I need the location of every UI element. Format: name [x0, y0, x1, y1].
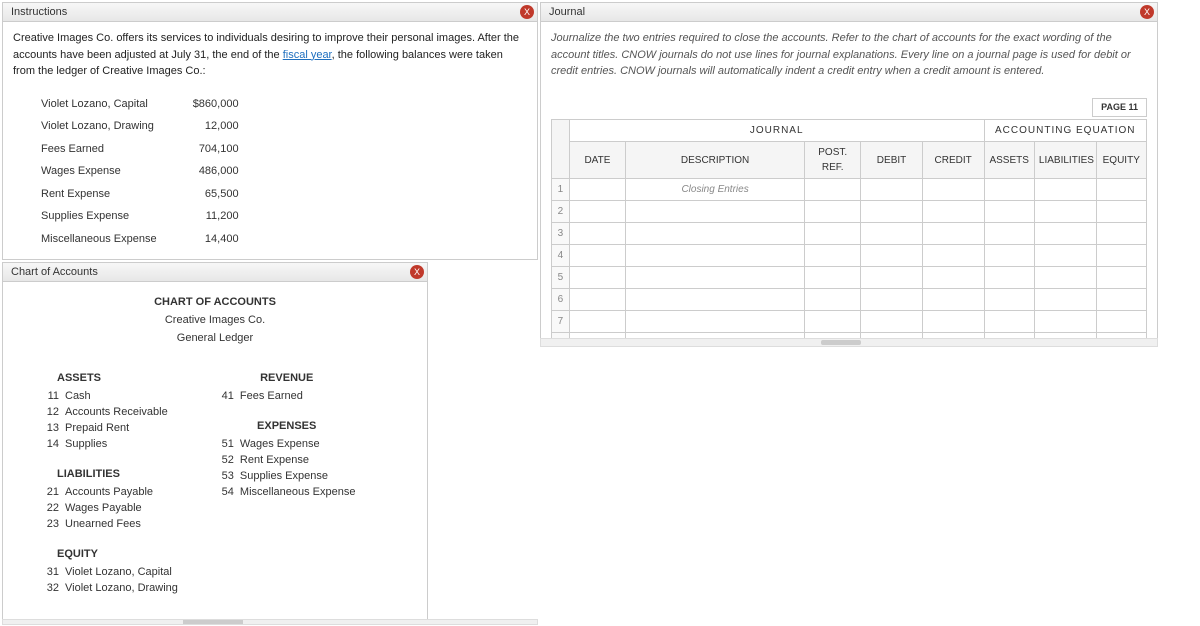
close-icon[interactable]: X [410, 265, 424, 279]
instructions-header: Instructions X [3, 3, 537, 22]
coa-right-column: REVENUE 41Fees Earned EXPENSES 51Wages E… [218, 364, 356, 596]
liabilities-cell[interactable] [1034, 179, 1096, 201]
col-description: DESCRIPTION [625, 142, 804, 179]
journal-super-left: JOURNAL [569, 120, 984, 142]
coa-title: Chart of Accounts [11, 266, 98, 278]
postref-cell[interactable] [805, 179, 861, 201]
col-postref: POST. REF. [805, 142, 861, 179]
col-debit: DEBIT [861, 142, 923, 179]
table-row: Fees Earned704,100 [35, 139, 245, 160]
credit-cell[interactable] [922, 179, 984, 201]
journal-pane: Journal X Journalize the two entries req… [540, 2, 1158, 347]
fiscal-year-link[interactable]: fiscal year [283, 49, 332, 61]
debit-cell[interactable] [861, 179, 923, 201]
instructions-pane: Instructions X Creative Images Co. offer… [2, 2, 538, 260]
list-item: 11Cash [43, 388, 178, 404]
journal-instructions: Journalize the two entries required to c… [551, 30, 1147, 80]
description-cell[interactable]: Closing Entries [625, 179, 804, 201]
table-row: 3 [552, 223, 1147, 245]
chart-of-accounts-pane: Chart of Accounts X CHART OF ACCOUNTS Cr… [2, 262, 428, 622]
list-item: 13Prepaid Rent [43, 420, 178, 436]
col-credit: CREDIT [922, 142, 984, 179]
table-row: Supplies Expense11,200 [35, 206, 245, 227]
close-icon[interactable]: X [520, 5, 534, 19]
table-row: 5 [552, 267, 1147, 289]
instructions-title: Instructions [11, 6, 67, 18]
coa-section-assets: ASSETS [43, 372, 178, 384]
instructions-body: Creative Images Co. offers its services … [3, 22, 537, 260]
coa-header: Chart of Accounts X [3, 263, 427, 282]
coa-section-equity: EQUITY [43, 548, 178, 560]
list-item: 23Unearned Fees [43, 516, 178, 532]
list-item: 31Violet Lozano, Capital [43, 564, 178, 580]
coa-section-revenue: REVENUE [218, 372, 356, 384]
list-item: 21Accounts Payable [43, 484, 178, 500]
table-row: 7 [552, 311, 1147, 333]
list-item: 14Supplies [43, 436, 178, 452]
date-cell[interactable] [569, 179, 625, 201]
coa-heading: CHART OF ACCOUNTS [13, 296, 417, 308]
ledger-balances-table: Violet Lozano, Capital$860,000 Violet Lo… [33, 92, 247, 252]
equity-cell[interactable] [1096, 179, 1146, 201]
journal-title: Journal [549, 6, 585, 18]
list-item: 22Wages Payable [43, 500, 178, 516]
list-item: 41Fees Earned [218, 388, 356, 404]
list-item: 12Accounts Receivable [43, 404, 178, 420]
table-row: 4 [552, 245, 1147, 267]
list-item: 32Violet Lozano, Drawing [43, 580, 178, 596]
journal-header: Journal X [541, 3, 1157, 22]
coa-body[interactable]: CHART OF ACCOUNTS Creative Images Co. Ge… [3, 282, 427, 622]
page-label: PAGE 11 [1092, 98, 1147, 118]
col-liabilities: LIABILITIES [1034, 142, 1096, 179]
coa-section-liabilities: LIABILITIES [43, 468, 178, 480]
journal-body: Journalize the two entries required to c… [541, 22, 1157, 347]
close-icon[interactable]: X [1140, 5, 1154, 19]
col-equity: EQUITY [1096, 142, 1146, 179]
table-row: Violet Lozano, Drawing12,000 [35, 116, 245, 137]
list-item: 54Miscellaneous Expense [218, 484, 356, 500]
table-row: 6 [552, 289, 1147, 311]
scrollbar-thumb[interactable] [821, 340, 861, 345]
journal-horizontal-scrollbar[interactable] [540, 338, 1158, 347]
journal-super-right: ACCOUNTING EQUATION [984, 120, 1147, 142]
list-item: 53Supplies Expense [218, 468, 356, 484]
coa-left-column: ASSETS 11Cash 12Accounts Receivable 13Pr… [43, 364, 178, 596]
table-row: Wages Expense486,000 [35, 161, 245, 182]
table-row: 2 [552, 201, 1147, 223]
table-row: Rent Expense65,500 [35, 184, 245, 205]
coa-company: Creative Images Co. [13, 314, 417, 326]
table-row: Miscellaneous Expense14,400 [35, 229, 245, 250]
coa-ledger-type: General Ledger [13, 332, 417, 344]
assets-cell[interactable] [984, 179, 1034, 201]
instructions-horizontal-scrollbar[interactable] [2, 619, 538, 625]
table-row: Violet Lozano, Capital$860,000 [35, 94, 245, 115]
scrollbar-thumb[interactable] [183, 620, 243, 624]
journal-table: JOURNAL ACCOUNTING EQUATION DATE DESCRIP… [551, 119, 1147, 347]
list-item: 51Wages Expense [218, 436, 356, 452]
table-row: 1 Closing Entries [552, 179, 1147, 201]
coa-section-expenses: EXPENSES [218, 420, 356, 432]
list-item: 52Rent Expense [218, 452, 356, 468]
col-assets: ASSETS [984, 142, 1034, 179]
col-date: DATE [569, 142, 625, 179]
